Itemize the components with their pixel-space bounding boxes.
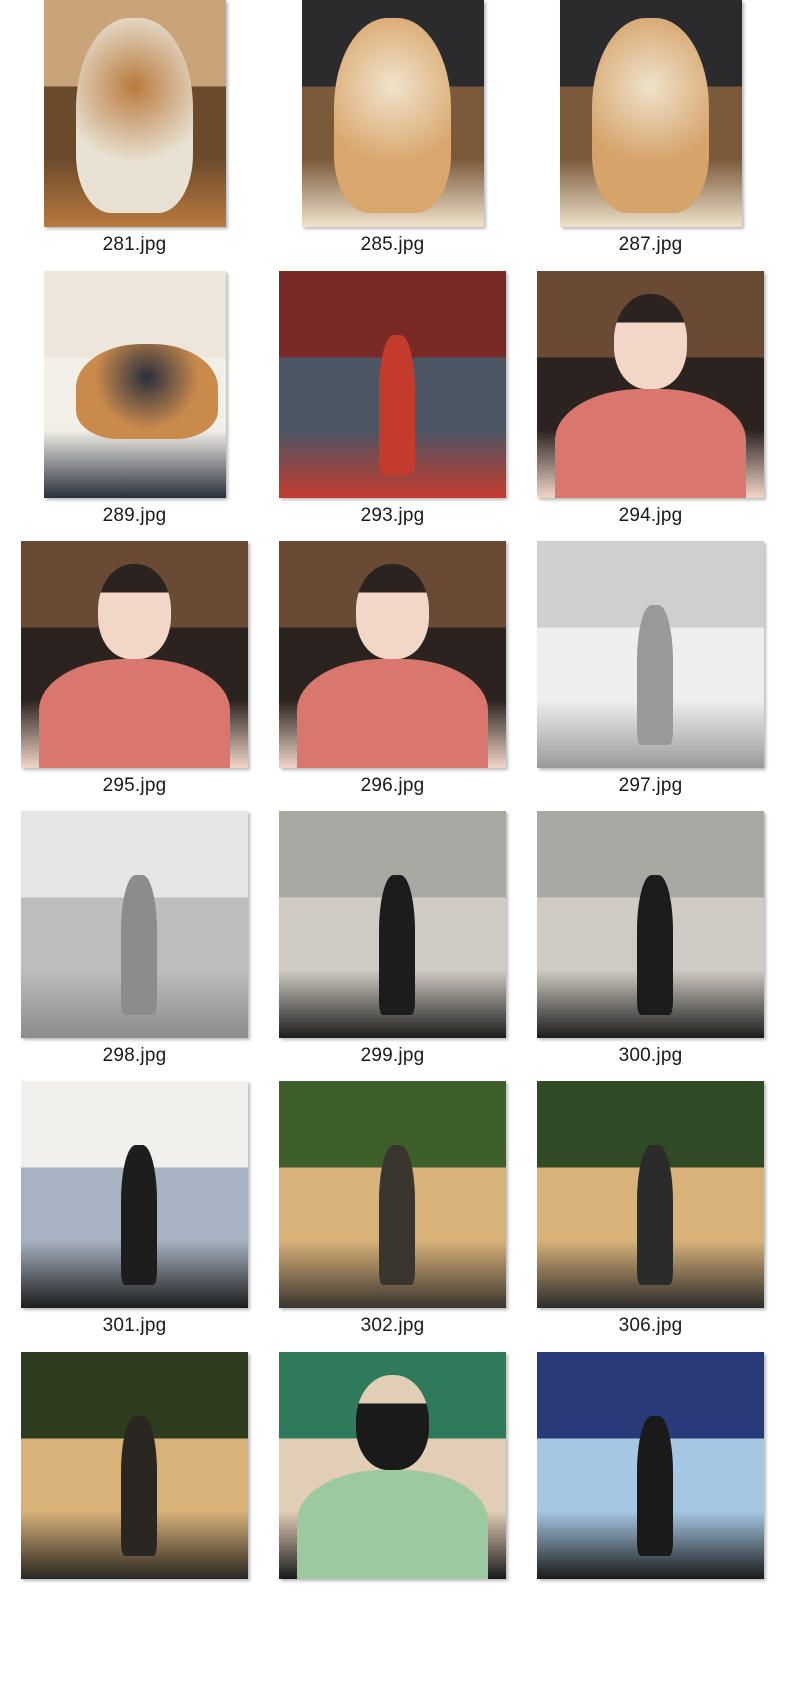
image-thumbnail-icon[interactable] bbox=[279, 1352, 506, 1579]
file-tile[interactable]: 296.jpg bbox=[254, 523, 531, 813]
image-thumbnail-icon[interactable] bbox=[537, 271, 764, 498]
thumbnail-frame bbox=[0, 1334, 273, 1579]
thumbnail-frame bbox=[254, 253, 531, 498]
image-thumbnail-icon[interactable] bbox=[537, 1352, 764, 1579]
image-thumbnail-icon[interactable] bbox=[537, 811, 764, 1038]
thumbnail-frame bbox=[0, 1063, 273, 1308]
thumbnail-frame bbox=[512, 1063, 789, 1308]
image-thumbnail-icon[interactable] bbox=[537, 541, 764, 768]
thumbnail-frame bbox=[0, 0, 273, 227]
file-tile[interactable]: 295.jpg bbox=[0, 523, 273, 813]
dog-subject bbox=[592, 18, 709, 214]
file-tile[interactable]: 281.jpg bbox=[0, 0, 273, 272]
person-subject bbox=[378, 874, 416, 1016]
file-tile[interactable]: 306.jpg bbox=[512, 1063, 789, 1353]
person-subject bbox=[297, 1470, 488, 1579]
image-thumbnail-icon[interactable] bbox=[279, 541, 506, 768]
thumbnail-frame bbox=[512, 253, 789, 498]
file-tile[interactable]: 301.jpg bbox=[0, 1063, 273, 1353]
file-tile[interactable]: 297.jpg bbox=[512, 523, 789, 813]
image-thumbnail-icon[interactable] bbox=[21, 1352, 248, 1579]
file-tile[interactable]: 298.jpg bbox=[0, 793, 273, 1083]
file-tile[interactable]: 285.jpg bbox=[254, 0, 531, 272]
image-thumbnail-icon[interactable] bbox=[21, 811, 248, 1038]
file-tile[interactable]: 293.jpg bbox=[254, 253, 531, 543]
person-head bbox=[98, 563, 171, 660]
thumbnail-frame bbox=[0, 523, 273, 768]
thumbnail-frame bbox=[254, 0, 531, 227]
image-thumbnail-icon[interactable] bbox=[43, 271, 226, 498]
image-thumbnail-icon[interactable] bbox=[279, 1081, 506, 1308]
thumbnail-frame bbox=[254, 1063, 531, 1308]
image-thumbnail-icon[interactable] bbox=[279, 811, 506, 1038]
file-tile[interactable] bbox=[512, 1334, 789, 1624]
thumbnail-frame bbox=[0, 253, 273, 498]
thumbnail-frame bbox=[254, 1334, 531, 1579]
file-tile[interactable] bbox=[254, 1334, 531, 1624]
image-thumbnail-icon[interactable] bbox=[301, 0, 484, 227]
person-subject bbox=[378, 1144, 416, 1286]
person-subject bbox=[555, 389, 746, 498]
dog-subject bbox=[76, 343, 219, 439]
thumbnail-frame bbox=[512, 0, 789, 227]
thumbnail-frame bbox=[254, 523, 531, 768]
person-subject bbox=[120, 1144, 158, 1286]
file-tile[interactable]: 294.jpg bbox=[512, 253, 789, 543]
thumbnail-frame bbox=[0, 793, 273, 1038]
person-subject bbox=[636, 1415, 674, 1557]
image-thumbnail-icon[interactable] bbox=[21, 541, 248, 768]
person-subject bbox=[297, 659, 488, 768]
person-subject bbox=[39, 659, 230, 768]
person-head bbox=[356, 563, 429, 660]
image-thumbnail-icon[interactable] bbox=[279, 271, 506, 498]
person-subject bbox=[636, 874, 674, 1016]
file-tile[interactable]: 300.jpg bbox=[512, 793, 789, 1083]
thumbnail-grid: 281.jpg 285.jpg 287.jpg 289.jpg 293.jpg 294.j… bbox=[0, 0, 795, 1682]
person-subject bbox=[378, 334, 416, 476]
file-tile[interactable]: 299.jpg bbox=[254, 793, 531, 1083]
file-tile[interactable]: 287.jpg bbox=[512, 0, 789, 272]
image-thumbnail-icon[interactable] bbox=[537, 1081, 764, 1308]
dog-subject bbox=[334, 18, 451, 214]
thumbnail-frame bbox=[512, 1334, 789, 1579]
thumbnail-frame bbox=[512, 793, 789, 1038]
image-thumbnail-icon[interactable] bbox=[559, 0, 742, 227]
file-tile[interactable]: 289.jpg bbox=[0, 253, 273, 543]
image-thumbnail-icon[interactable] bbox=[43, 0, 226, 227]
person-subject bbox=[636, 1144, 674, 1286]
person-head bbox=[356, 1374, 429, 1471]
thumbnail-frame bbox=[512, 523, 789, 768]
thumbnail-frame bbox=[254, 793, 531, 1038]
dog-subject bbox=[76, 18, 193, 214]
person-subject bbox=[120, 1415, 158, 1557]
person-head bbox=[614, 293, 687, 390]
file-tile[interactable]: 302.jpg bbox=[254, 1063, 531, 1353]
person-subject bbox=[636, 604, 674, 746]
image-thumbnail-icon[interactable] bbox=[21, 1081, 248, 1308]
file-tile[interactable] bbox=[0, 1334, 273, 1624]
person-subject bbox=[120, 874, 158, 1016]
